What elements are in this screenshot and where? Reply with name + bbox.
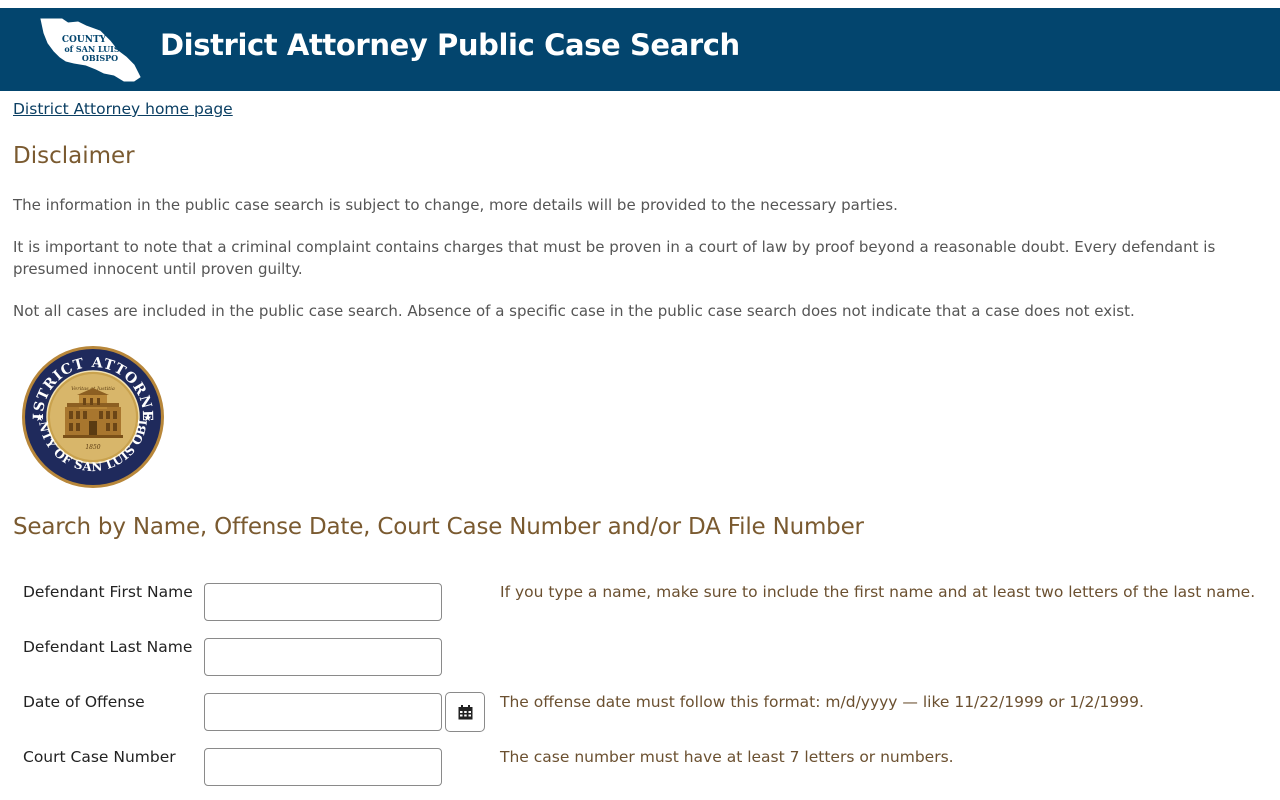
court-case-number-input[interactable] [204,748,442,786]
offense-date-label: Date of Offense [23,693,145,711]
county-logo[interactable]: COUNTY of SAN LUIS OBISPO [38,17,142,83]
disclaimer-heading: Disclaimer [13,143,135,169]
first-name-label: Defendant First Name [23,583,193,601]
top-strip [0,0,1280,8]
disclaimer-paragraph-2: It is important to note that a criminal … [13,238,1216,278]
search-heading: Search by Name, Offense Date, Court Case… [13,514,864,540]
page-title: District Attorney Public Case Search [160,28,740,62]
offense-date-hint: The offense date must follow this format… [500,693,1144,711]
disclaimer-paragraph-3: Not all cases are included in the public… [13,302,1135,320]
county-logo-line-3: OBISPO [82,53,118,63]
calendar-button[interactable] [445,692,485,732]
home-page-link[interactable]: District Attorney home page [13,100,233,118]
name-hint: If you type a name, make sure to include… [500,583,1256,601]
district-attorney-seal: DISTRICT ATTORNEY COUNTY OF SAN LUIS OBI… [21,345,164,488]
disclaimer-paragraph-1: The information in the public case searc… [13,196,898,214]
seal-star-right: ★ [143,413,152,424]
court-case-number-label: Court Case Number [23,748,176,766]
last-name-label: Defendant Last Name [23,638,193,656]
offense-date-input[interactable] [204,693,442,731]
last-name-input[interactable] [204,638,442,676]
calendar-icon [458,704,472,719]
court-case-number-hint: The case number must have at least 7 let… [500,748,954,766]
seal-star-left: ★ [35,413,44,424]
seal-year: 1850 [85,444,100,451]
site-header: COUNTY of SAN LUIS OBISPO District Attor… [0,8,1280,91]
first-name-input[interactable] [204,583,442,621]
